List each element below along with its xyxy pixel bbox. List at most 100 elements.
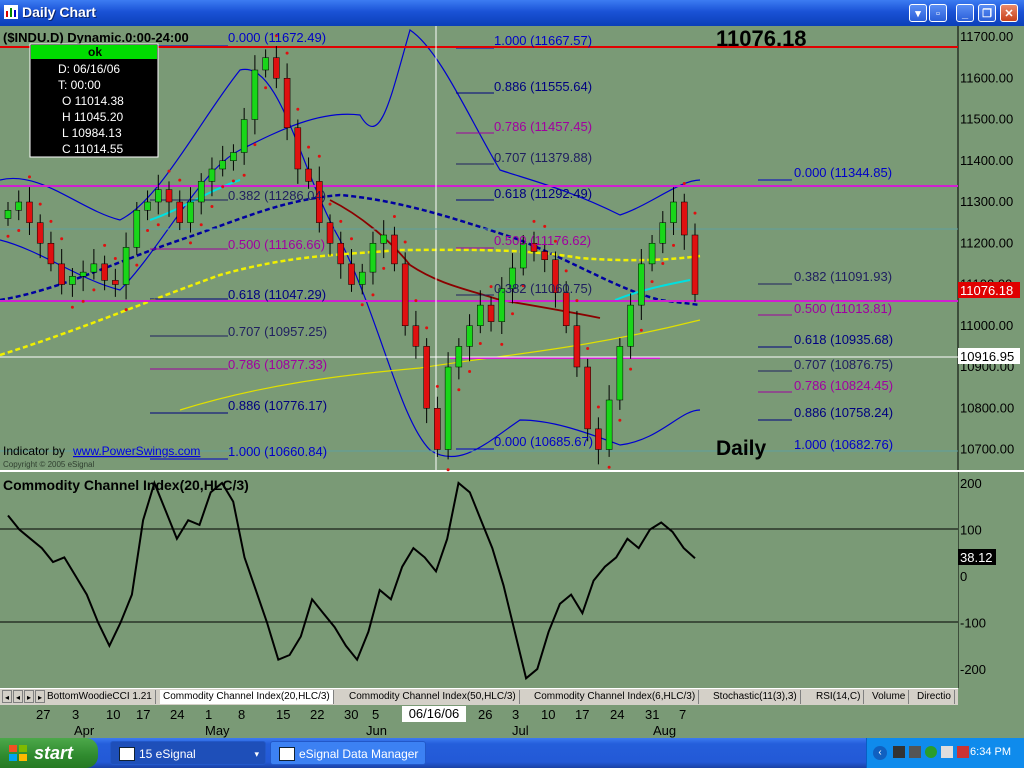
fib-label: 0.707 (10876.75) [794,357,893,372]
fib-label: 0.382 (11286.04) [228,188,326,203]
tray-speaker-icon[interactable] [941,746,953,758]
candle-body [595,428,602,450]
fib-label: 0.000 (11672.49) [228,30,326,45]
cursor-close: C 11014.55 [62,142,123,156]
candle-body [434,408,441,450]
fib-label: 0.707 (11379.88) [494,150,592,165]
window-titlebar[interactable]: Daily Chart ▾ ▫ _ ❐ ✕ [0,0,1024,26]
sar-dot [500,342,504,346]
sar-dot [596,405,600,409]
minimize-button[interactable]: _ [956,4,974,22]
tray-collapse-icon[interactable]: ‹ [873,746,887,760]
dropdown-button[interactable]: ▾ [909,4,927,22]
restore-doc-button[interactable]: ▫ [929,4,947,22]
candle-body [455,346,463,368]
candle-body [584,366,591,430]
candle-body [681,201,688,236]
sar-dot [167,169,171,173]
sar-dot [672,243,676,247]
candle-body [4,210,12,219]
date-axis: 27 3 10 17 24 1 8 15 22 30 5 06/16/06 26… [0,705,958,738]
sar-dot [543,224,547,228]
sar-dot [188,241,192,245]
tray-network-icon[interactable] [893,746,905,758]
fib-label: 1.000 (10660.84) [228,444,327,459]
sar-dot [221,185,225,189]
study-tab-bar[interactable]: ◂ ◂ ▸ ▸ BottomWoodieCCI 1.21 Commodity C… [0,688,958,706]
period-label: Daily [716,437,767,460]
tab-stochastic[interactable]: Stochastic(11(3),3) [710,690,801,704]
candle-body [133,210,141,248]
powerswings-link[interactable]: www.PowerSwings.com [72,444,200,458]
fib-label: 0.000 (10685.67) [494,434,593,449]
sar-dot [446,468,450,472]
tray-printer-icon[interactable] [909,746,921,758]
candle-body [294,127,302,170]
price-axis-tick: 11700.00 [960,29,1013,44]
sar-dot [693,211,697,215]
start-button[interactable]: start [0,738,98,768]
tab-cci-20[interactable]: Commodity Channel Index(20,HLC/3) [160,690,334,704]
close-button[interactable]: ✕ [1000,4,1018,22]
date-tick: 26 [478,707,493,722]
sar-dot [17,228,21,232]
cci-panel[interactable] [0,472,958,688]
date-tick: 15 [276,707,291,722]
candle-body [605,399,613,450]
copyright-text: Copyright © 2005 eSignal [3,460,95,469]
month-label: Aug [653,723,677,738]
sar-dot [70,305,74,309]
sar-dot [511,312,515,316]
taskbar-data-manager-label: eSignal Data Manager [299,747,419,761]
clock[interactable]: 6:34 PM [970,746,1011,758]
tab-cci-6[interactable]: Commodity Channel Index(6,HLC/3) [531,690,700,704]
tray-security-icon[interactable] [925,746,937,758]
cursor-status: ok [88,45,102,59]
sar-dot [296,107,300,111]
taskbar-esignal-label: 15 eSignal [139,747,196,761]
sar-dot [403,240,407,244]
fib-label: 0.886 (11555.64) [494,79,592,94]
start-label: start [34,743,74,763]
tab-prev-button[interactable]: ◂ [13,690,23,703]
sar-dot [135,263,139,267]
candle-body [487,304,495,322]
candle-body [380,234,387,244]
cursor-data-window[interactable]: ok D: 06/16/06 T: 00:00 O 11014.38 H 110… [29,43,159,158]
tab-rsi[interactable]: RSI(14,C) [813,690,865,704]
candle-body [283,78,291,128]
date-tick: 27 [36,707,51,722]
tab-bottomwoodiecci[interactable]: BottomWoodieCCI 1.21 [44,690,156,704]
sar-dot [532,219,536,223]
cursor-high: H 11045.20 [62,110,123,124]
tab-direction[interactable]: Directio [914,690,955,704]
chart-area[interactable]: 11700.00 11600.00 11500.00 11400.00 11300.00… [0,26,1024,688]
candle-body [691,234,699,295]
date-tick: 3 [72,707,80,722]
date-tick: 7 [679,707,687,722]
taskbar-data-manager[interactable]: eSignal Data Manager [270,741,426,765]
candle-body [165,189,173,203]
price-axis-tick: 11300.00 [960,194,1013,209]
sar-dot [124,308,128,312]
tab-cci-50[interactable]: Commodity Channel Index(50,HLC/3) [346,690,520,704]
candle-body [444,366,452,450]
fib-label: 0.786 (11457.45) [494,119,592,134]
date-tick: 1 [205,707,213,722]
sar-dot [328,202,332,206]
tab-first-button[interactable]: ◂ [2,690,12,703]
tab-volume[interactable]: Volume [869,690,910,704]
candle-body [112,280,119,285]
candle-body [326,222,334,244]
sar-dot [564,269,568,273]
candle-body [230,152,237,161]
candle-body [36,222,44,244]
sar-dot [607,465,611,469]
maximize-button[interactable]: ❐ [978,4,996,22]
tab-next-button[interactable]: ▸ [24,690,34,703]
tray-app-icon[interactable] [957,746,969,758]
date-tick: 10 [541,707,556,722]
candle-body [15,201,22,211]
big-last-price: 11076.18 [716,26,807,51]
taskbar-esignal-group[interactable]: 15 eSignal ▾ [110,741,266,765]
